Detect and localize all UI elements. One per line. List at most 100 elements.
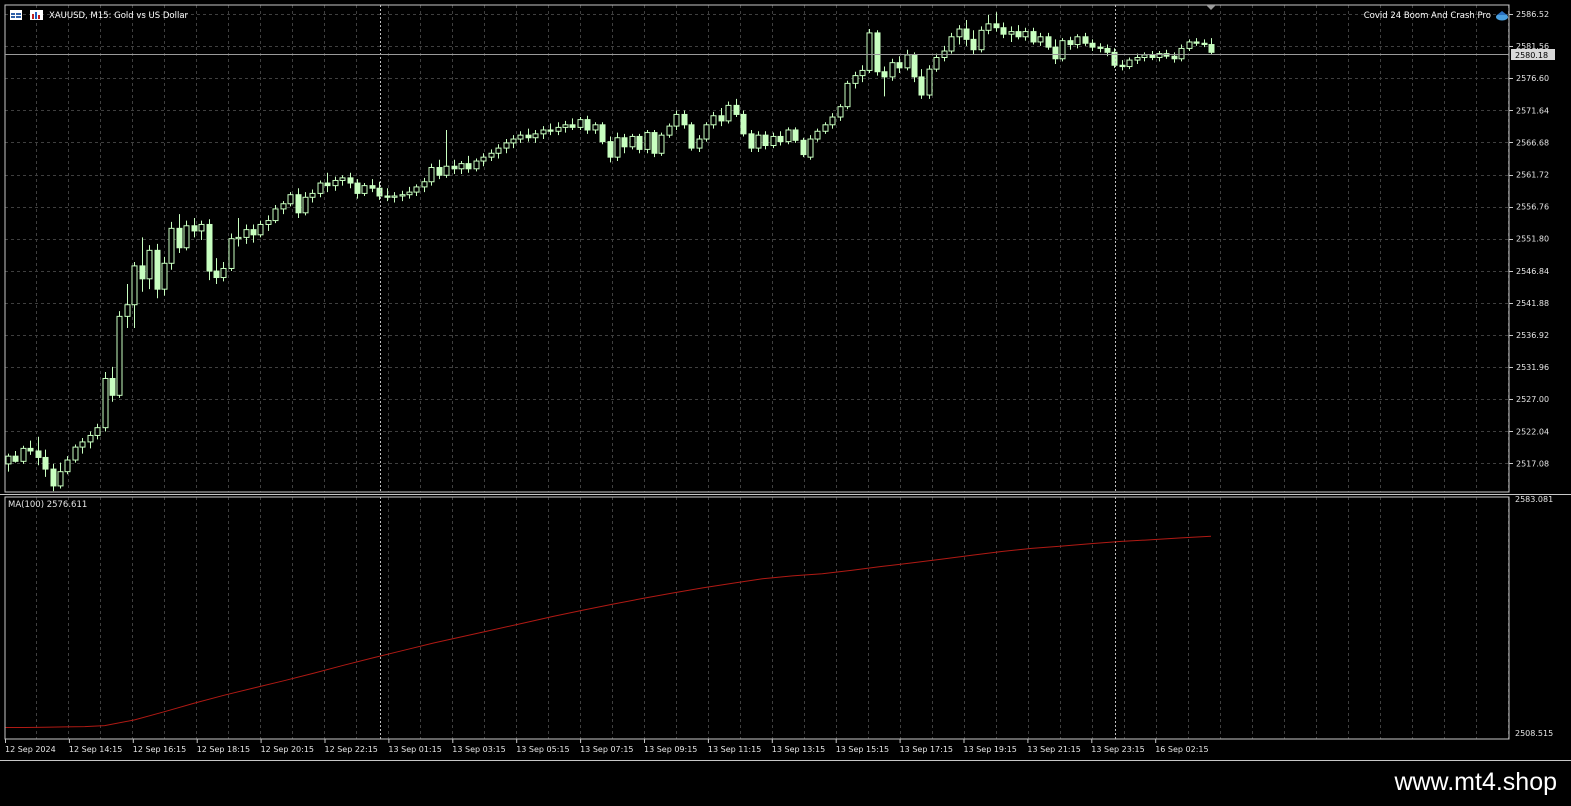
candle (1186, 39, 1193, 52)
candle (1208, 38, 1215, 55)
scroll-marker-icon[interactable] (1206, 5, 1216, 10)
candle (1037, 32, 1044, 46)
candle-body (1008, 31, 1015, 35)
candle (391, 192, 398, 203)
hat-icon[interactable] (1496, 11, 1508, 21)
candle (1149, 51, 1156, 61)
chart-canvas[interactable]: XAUUSD, M15: Gold vs US Dollar Covid 24 … (0, 0, 1571, 762)
candle-body (852, 75, 859, 84)
candle-body (681, 113, 688, 126)
candle (436, 159, 443, 180)
candle-body (555, 126, 562, 132)
ma-label: MA(100) 2576.611 (8, 500, 87, 510)
time-label: 12 Sep 16:15 (133, 745, 186, 754)
chart-window[interactable]: XAUUSD, M15: Gold vs US Dollar Covid 24 … (0, 0, 1571, 762)
chart-icon[interactable] (30, 10, 43, 20)
candle (837, 104, 844, 121)
candle (941, 45, 948, 62)
footer-bar (0, 762, 1571, 806)
candle (1178, 44, 1185, 62)
candle (102, 372, 109, 432)
candle (926, 65, 933, 99)
candle-body (1186, 41, 1193, 49)
candle-body (146, 249, 153, 280)
candle (540, 126, 547, 140)
candle (599, 122, 606, 145)
candle (176, 214, 183, 253)
candle-body (837, 106, 844, 118)
candle (644, 129, 651, 154)
candle-body (904, 54, 911, 69)
candle-body (963, 28, 970, 40)
price-label: 2522.04 (1516, 427, 1549, 436)
candle-body (1097, 46, 1104, 49)
candle-body (970, 38, 977, 51)
candle-body (102, 377, 109, 429)
price-label: 2527.00 (1516, 395, 1549, 404)
candle-body (191, 225, 198, 232)
candle-body (740, 113, 747, 135)
candle (198, 220, 205, 240)
candle (1193, 38, 1200, 46)
candlestick-series (5, 12, 1215, 492)
time-label: 13 Sep 01:15 (388, 745, 441, 754)
ma-line (5, 535, 1212, 728)
candle-body (814, 130, 821, 140)
candle-body (131, 265, 138, 306)
candle (473, 158, 480, 172)
candle-body (154, 249, 161, 290)
candle (1082, 32, 1089, 46)
candle-body (547, 129, 554, 132)
candle (770, 132, 777, 149)
candle-body (317, 182, 324, 194)
candle (5, 453, 12, 472)
candle-body (911, 54, 918, 78)
candle-body (309, 192, 316, 198)
candle (725, 101, 732, 124)
candle-body (257, 223, 264, 236)
candle-body (64, 459, 71, 473)
candle (332, 176, 339, 191)
indicator-pane-frame (4, 496, 1510, 740)
table-icon[interactable] (10, 10, 22, 20)
candle-body (436, 167, 443, 176)
candle (421, 177, 428, 193)
candle (35, 436, 42, 466)
candle-body (710, 115, 717, 126)
candle (124, 284, 131, 329)
candle (317, 180, 324, 198)
candle-body (324, 182, 331, 187)
candle-body (250, 229, 257, 236)
time-label: 16 Sep 02:15 (1155, 745, 1208, 754)
candle (295, 188, 302, 218)
price-axis[interactable]: 2586.522581.562576.602571.642566.682561.… (1509, 10, 1549, 468)
candle (740, 110, 747, 137)
candle (235, 217, 242, 247)
candle-body (1171, 55, 1178, 60)
candle-body (926, 68, 933, 96)
candle-body (1126, 59, 1133, 68)
time-label: 13 Sep 03:15 (452, 745, 505, 754)
candle-body (495, 147, 502, 154)
candle-body (287, 194, 294, 205)
price-label: 2531.96 (1516, 363, 1549, 372)
candle (406, 186, 413, 199)
candle (852, 71, 859, 89)
candle-body (1045, 36, 1052, 48)
candle (1097, 43, 1104, 53)
period-separators (380, 5, 1116, 739)
time-axis[interactable]: 12 Sep 2024 12 Sep 14:15 12 Sep 16:15 12 Se… (5, 739, 1209, 754)
candle-body (1134, 56, 1141, 61)
candle (309, 189, 316, 203)
candle-body (777, 135, 784, 143)
candle-body (116, 315, 123, 396)
candle (1134, 53, 1141, 64)
time-label: 13 Sep 11:15 (708, 745, 761, 754)
candle-body (20, 447, 27, 462)
candle-body (1178, 47, 1185, 60)
candle (265, 215, 272, 231)
symbol-title: XAUUSD, M15: Gold vs US Dollar (49, 11, 189, 21)
candle (480, 153, 487, 167)
candle-body (12, 455, 19, 462)
candle-body (220, 267, 227, 279)
